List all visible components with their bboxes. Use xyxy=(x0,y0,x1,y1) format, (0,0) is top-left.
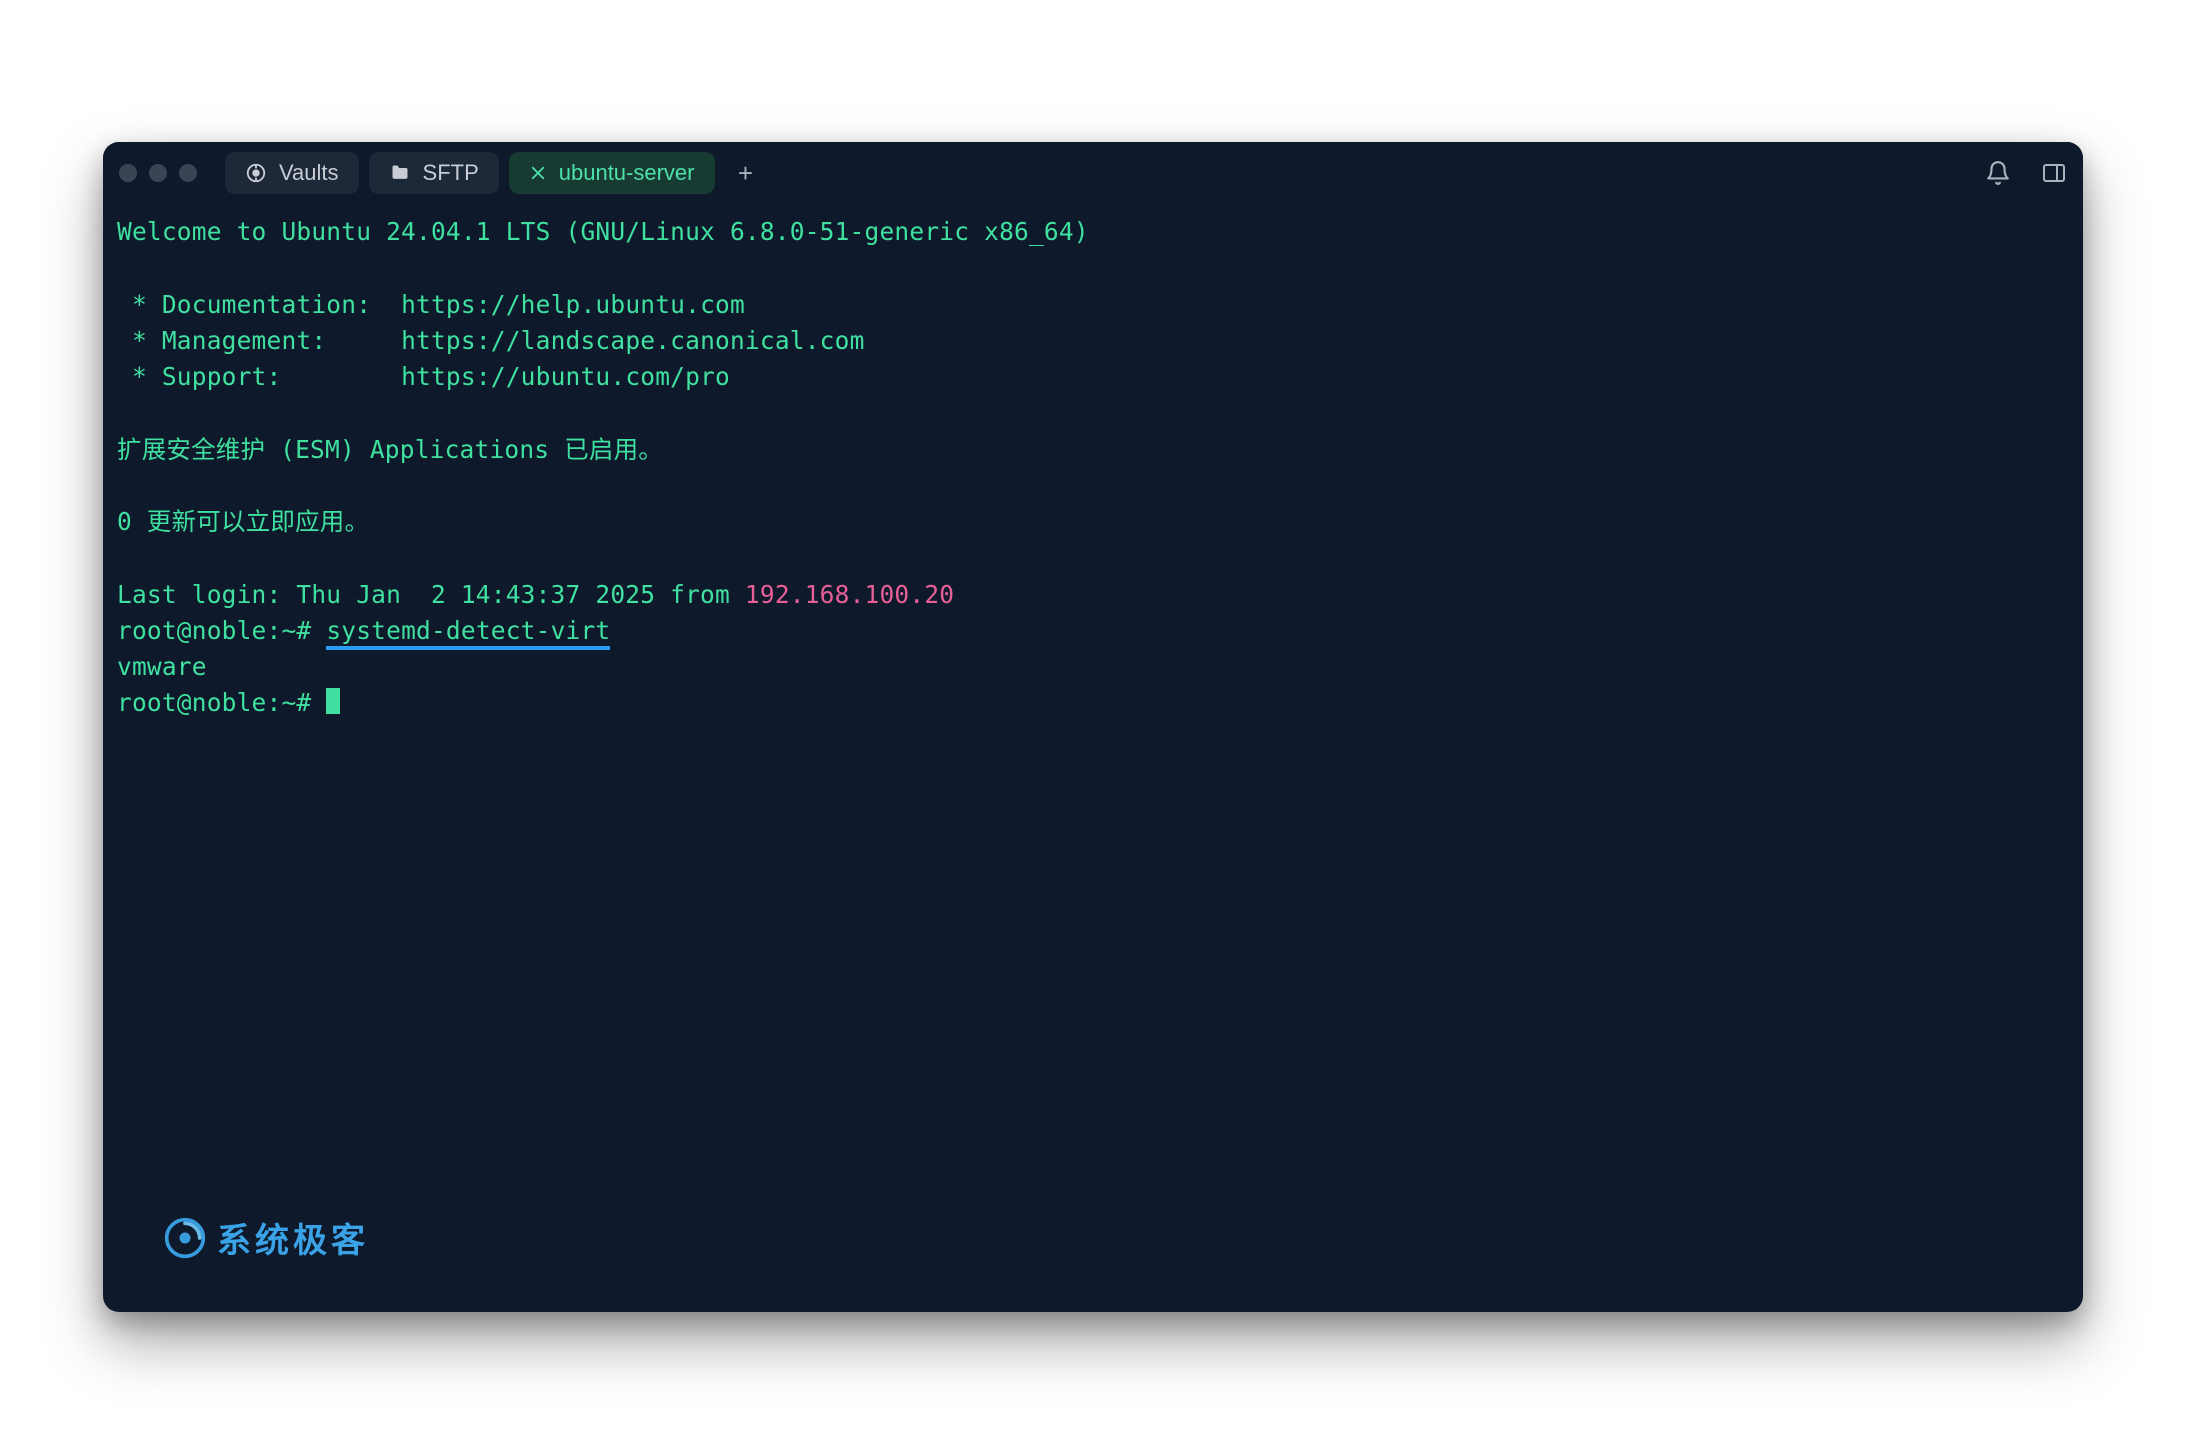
new-tab-button[interactable]: + xyxy=(725,152,767,194)
motd-sup-label: * Support: xyxy=(117,362,401,391)
tab-label: ubuntu-server xyxy=(559,160,695,186)
sidebar-icon[interactable] xyxy=(2039,158,2069,188)
minimize-window-button[interactable] xyxy=(149,164,167,182)
command-text: systemd-detect-virt xyxy=(326,616,610,650)
tab-label: SFTP xyxy=(423,160,479,186)
motd-banner: Welcome to Ubuntu 24.04.1 LTS (GNU/Linux… xyxy=(117,217,1089,246)
motd-mgmt-label: * Management: xyxy=(117,326,401,355)
motd-sup-url: https://ubuntu.com/pro xyxy=(401,362,730,391)
prompt-user: root@noble xyxy=(117,688,267,717)
tab-ubuntu-server[interactable]: ubuntu-server xyxy=(509,152,715,194)
motd-mgmt-url: https://landscape.canonical.com xyxy=(401,326,864,355)
prompt-path: :~# xyxy=(267,616,327,645)
window-controls xyxy=(119,164,197,182)
folder-icon xyxy=(389,163,411,183)
close-window-button[interactable] xyxy=(119,164,137,182)
watermark-logo-icon xyxy=(163,1216,207,1260)
cursor xyxy=(326,688,340,714)
watermark-text: 系统极客 xyxy=(217,1213,369,1262)
tab-label: Vaults xyxy=(279,160,339,186)
tab-sftp[interactable]: SFTP xyxy=(369,152,499,194)
tab-vaults[interactable]: Vaults xyxy=(225,152,359,194)
prompt-path: :~# xyxy=(267,688,327,717)
bell-icon[interactable] xyxy=(1983,158,2013,188)
terminal-body[interactable]: Welcome to Ubuntu 24.04.1 LTS (GNU/Linux… xyxy=(103,204,2083,1312)
motd-updates: 0 更新可以立即应用。 xyxy=(117,507,369,536)
watermark: 系统极客 xyxy=(163,1213,369,1262)
motd-esm: 扩展安全维护 (ESM) Applications 已启用。 xyxy=(117,435,663,464)
titlebar: Vaults SFTP ubuntu-server + xyxy=(103,142,2083,204)
motd-doc-url: https://help.ubuntu.com xyxy=(401,290,745,319)
prompt-user: root@noble xyxy=(117,616,267,645)
command-output: vmware xyxy=(117,652,207,681)
motd-doc-label: * Documentation: xyxy=(117,290,401,319)
maximize-window-button[interactable] xyxy=(179,164,197,182)
close-icon[interactable] xyxy=(529,164,547,182)
terminal-window: Vaults SFTP ubuntu-server + xyxy=(103,142,2083,1312)
vault-icon xyxy=(245,162,267,184)
last-login-ip: 192.168.100.20 xyxy=(745,580,954,609)
last-login-prefix: Last login: Thu Jan 2 14:43:37 2025 from xyxy=(117,580,745,609)
